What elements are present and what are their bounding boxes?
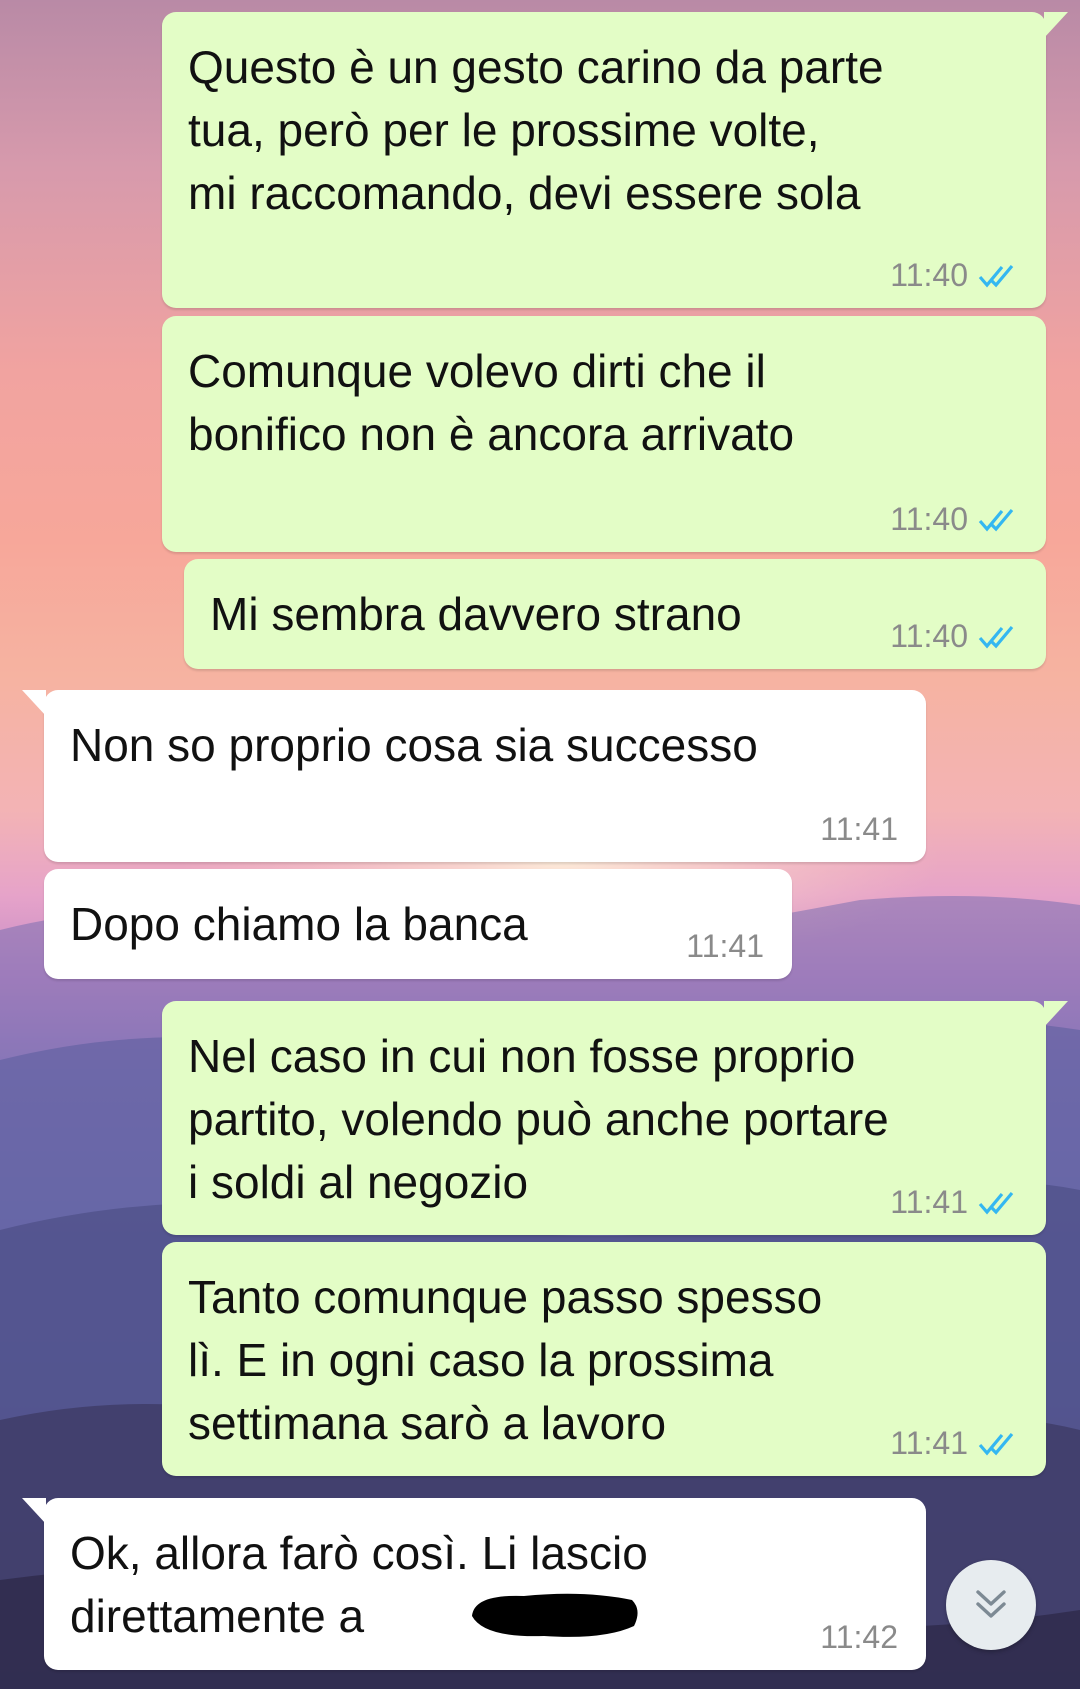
message-text: Non so proprio cosa sia successo — [70, 719, 758, 771]
double-chevron-down-icon — [976, 1590, 1006, 1618]
message-time: 11:42 — [820, 1619, 898, 1655]
message-time: 11:40 — [890, 618, 968, 654]
message-time: 11:40 — [890, 257, 968, 293]
message-bubble-outgoing[interactable]: Questo è un gesto carino da parte tua, p… — [162, 12, 1068, 308]
message-bubble-outgoing[interactable]: Tanto comunque passo spesso lì. E in ogn… — [162, 1242, 1046, 1476]
message-meta: 11:40 — [890, 618, 1018, 655]
message-meta: 11:40 — [890, 257, 1018, 294]
message-text: Questo è un gesto carino da parte tua, p… — [188, 41, 884, 219]
double-check-icon — [978, 625, 1014, 648]
message-bubble-outgoing[interactable]: Comunque volevo dirti che il bonifico no… — [162, 316, 1046, 552]
double-check-icon — [978, 1191, 1014, 1214]
message-time: 11:41 — [820, 811, 898, 847]
redaction-mark — [472, 1593, 638, 1637]
message-meta: 11:42 — [820, 1619, 898, 1656]
message-text: Dopo chiamo la banca — [70, 898, 528, 950]
message-text: Comunque volevo dirti che il bonifico no… — [188, 345, 795, 460]
message-meta: 11:40 — [890, 501, 1018, 538]
message-bubble-outgoing[interactable]: Mi sembra davvero strano 11:40 — [184, 559, 1046, 669]
message-time: 11:41 — [890, 1425, 968, 1461]
message-time: 11:41 — [890, 1184, 968, 1220]
scroll-to-bottom-button[interactable] — [946, 1560, 1036, 1650]
message-meta: 11:41 — [820, 811, 898, 848]
message-bubble-incoming[interactable]: Dopo chiamo la banca 11:41 — [44, 869, 792, 979]
message-time: 11:40 — [890, 501, 968, 537]
double-check-icon — [978, 508, 1014, 531]
message-bubble-incoming[interactable]: Ok, allora farò così. Li lascio direttam… — [22, 1498, 926, 1670]
message-time: 11:41 — [686, 928, 764, 964]
double-check-icon — [978, 264, 1014, 287]
message-bubble-incoming[interactable]: Non so proprio cosa sia successo 11:41 — [22, 690, 926, 862]
double-check-icon — [978, 1432, 1014, 1455]
message-meta: 11:41 — [890, 1425, 1018, 1462]
message-bubble-outgoing[interactable]: Nel caso in cui non fosse proprio partit… — [162, 1001, 1068, 1235]
message-meta: 11:41 — [686, 928, 764, 965]
message-meta: 11:41 — [890, 1184, 1018, 1221]
